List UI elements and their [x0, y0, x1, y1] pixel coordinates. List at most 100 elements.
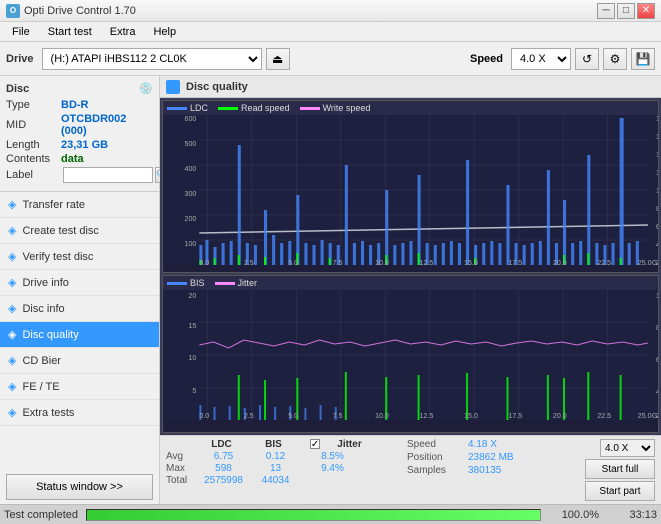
create-test-disc-label: Create test disc [22, 225, 98, 237]
verify-test-disc-label: Verify test disc [22, 251, 93, 263]
ldc-header: LDC [194, 439, 249, 450]
chart2-svg: 20 15 10 5 10% 8% 6% 4% 2% [163, 290, 658, 420]
fe-te-icon: ◈ [8, 380, 16, 393]
svg-text:17.5: 17.5 [508, 413, 522, 420]
verify-test-disc-icon: ◈ [8, 250, 16, 263]
charts-container: LDC Read speed Write speed [160, 98, 661, 435]
progress-bar-container: Test completed 100.0% 33:13 [0, 504, 661, 524]
disc-info-panel: Disc 💿 Type BD-R MID OTCBDR002 (000) Len… [0, 76, 159, 192]
svg-text:16X: 16X [656, 134, 658, 141]
status-window-button[interactable]: Status window >> [6, 474, 153, 500]
content-area: Disc quality LDC Read speed [160, 76, 661, 504]
transfer-rate-label: Transfer rate [22, 199, 85, 211]
samples-stat-val: 380135 [468, 465, 501, 476]
disc-icon: 💿 [139, 82, 153, 95]
svg-text:300: 300 [185, 191, 197, 198]
sidebar-item-verify-test-disc[interactable]: ◈ Verify test disc [0, 244, 159, 270]
position-stat-label: Position [407, 452, 462, 463]
fe-te-label: FE / TE [22, 381, 59, 393]
menu-extra[interactable]: Extra [102, 24, 144, 40]
sidebar-item-create-test-disc[interactable]: ◈ Create test disc [0, 218, 159, 244]
avg-jitter: 8.5% [300, 451, 365, 462]
position-stat-row: Position 23862 MB [407, 452, 514, 463]
speed-select[interactable]: 4.0 X [511, 48, 571, 70]
progress-percent: 100.0% [549, 509, 599, 521]
disc-type-row: Type BD-R [6, 99, 153, 111]
refresh-button[interactable]: ↺ [575, 48, 599, 70]
total-ldc: 2575998 [196, 475, 251, 486]
length-value: 23,31 GB [61, 139, 108, 151]
legend-jitter: Jitter [215, 278, 258, 288]
mid-label: MID [6, 119, 61, 131]
jitter-checkbox[interactable]: ✓ [310, 439, 320, 449]
drive-info-label: Drive info [22, 277, 68, 289]
speed-label: Speed [470, 53, 503, 65]
disc-title: Disc [6, 83, 29, 95]
action-speed-select[interactable]: 4.0 X [600, 439, 655, 457]
sidebar-item-cd-bier[interactable]: ◈ CD Bier [0, 348, 159, 374]
legend-ldc: LDC [167, 103, 208, 113]
svg-text:5.0: 5.0 [288, 260, 298, 265]
legend-read-speed: Read speed [218, 103, 290, 113]
svg-text:7.5: 7.5 [333, 260, 343, 265]
contents-label: Contents [6, 153, 61, 165]
sidebar-item-transfer-rate[interactable]: ◈ Transfer rate [0, 192, 159, 218]
contents-value: data [61, 153, 84, 165]
svg-text:20.0: 20.0 [553, 413, 567, 420]
sidebar-item-disc-quality[interactable]: ◈ Disc quality [0, 322, 159, 348]
speed-position-stats: Speed 4.18 X Position 23862 MB Samples 3… [407, 439, 514, 476]
transfer-rate-icon: ◈ [8, 198, 16, 211]
sidebar-item-fe-te[interactable]: ◈ FE / TE [0, 374, 159, 400]
start-full-button[interactable]: Start full [585, 459, 655, 479]
svg-text:12X: 12X [656, 170, 658, 177]
sidebar-item-drive-info[interactable]: ◈ Drive info [0, 270, 159, 296]
avg-bis: 0.12 [253, 451, 298, 462]
progress-fill [87, 510, 540, 520]
close-button[interactable]: ✕ [637, 3, 655, 19]
chart2-area: 20 15 10 5 10% 8% 6% 4% 2% [163, 290, 658, 420]
menu-start-test[interactable]: Start test [40, 24, 100, 40]
chart1-svg: 600 500 400 300 200 100 18X 16X 14X 12X … [163, 115, 658, 265]
total-label: Total [166, 475, 194, 486]
cd-bier-icon: ◈ [8, 354, 16, 367]
drive-info-icon: ◈ [8, 276, 16, 289]
extra-tests-label: Extra tests [22, 407, 74, 419]
maximize-button[interactable]: □ [617, 3, 635, 19]
minimize-button[interactable]: ─ [597, 3, 615, 19]
mid-value: OTCBDR002 (000) [61, 113, 153, 137]
sidebar-item-disc-info[interactable]: ◈ Disc info [0, 296, 159, 322]
menu-file[interactable]: File [4, 24, 38, 40]
settings-button[interactable]: ⚙ [603, 48, 627, 70]
stats-max-row: Max 598 13 9.4% [166, 463, 377, 474]
drive-select[interactable]: (H:) ATAPI iHBS112 2 CL0K [42, 48, 262, 70]
disc-header: Disc 💿 [6, 82, 153, 95]
disc-quality-icon: ◈ [8, 328, 16, 341]
extra-tests-icon: ◈ [8, 406, 16, 419]
eject-button[interactable]: ⏏ [266, 48, 290, 70]
chart-title: Disc quality [186, 81, 248, 93]
max-bis: 13 [253, 463, 298, 474]
svg-text:2.5: 2.5 [244, 260, 254, 265]
disc-contents-row: Contents data [6, 153, 153, 165]
sidebar-item-extra-tests[interactable]: ◈ Extra tests [0, 400, 159, 426]
drive-label: Drive [6, 53, 34, 65]
svg-text:10.0: 10.0 [375, 260, 389, 265]
nav-items: ◈ Transfer rate ◈ Create test disc ◈ Ver… [0, 192, 159, 470]
cd-bier-label: CD Bier [22, 355, 61, 367]
bis-header: BIS [251, 439, 296, 450]
max-label: Max [166, 463, 194, 474]
menu-help[interactable]: Help [145, 24, 184, 40]
title-bar: O Opti Drive Control 1.70 ─ □ ✕ [0, 0, 661, 22]
main-layout: Disc 💿 Type BD-R MID OTCBDR002 (000) Len… [0, 76, 661, 504]
disc-label-input[interactable] [63, 167, 153, 183]
svg-text:12.5: 12.5 [420, 260, 434, 265]
save-button[interactable]: 💾 [631, 48, 655, 70]
svg-text:6%: 6% [656, 357, 658, 364]
svg-text:14X: 14X [656, 152, 658, 159]
start-part-button[interactable]: Start part [585, 481, 655, 501]
progress-time: 33:13 [607, 509, 657, 521]
total-bis: 44034 [253, 475, 298, 486]
progress-bar [86, 509, 541, 521]
action-buttons: 4.0 X Start full Start part [585, 439, 655, 501]
svg-text:100: 100 [185, 241, 197, 248]
